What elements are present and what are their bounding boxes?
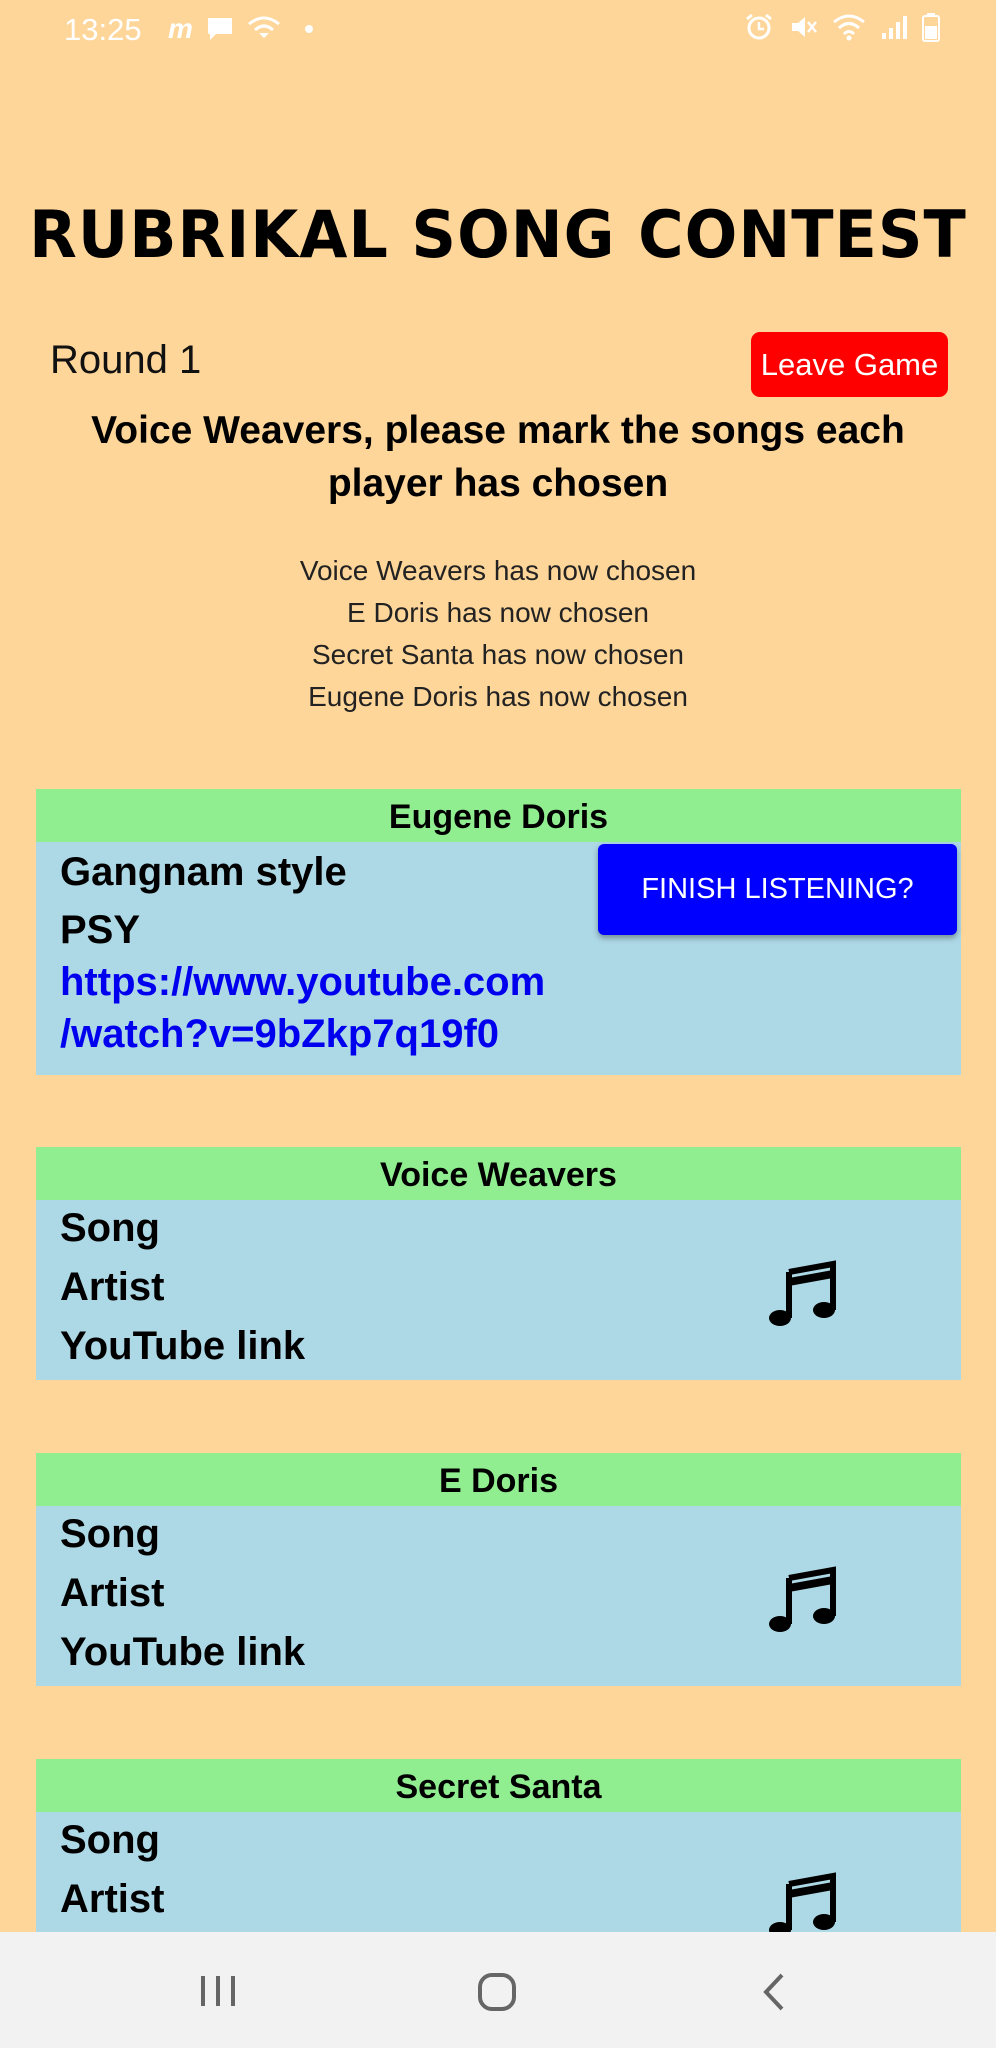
- back-icon[interactable]: [762, 1972, 786, 2012]
- song-details: Song Artist YouTube link: [36, 1506, 961, 1686]
- home-icon[interactable]: [477, 1972, 517, 2012]
- youtube-link-line[interactable]: https://www.youtube.com: [60, 956, 545, 1008]
- wifi-icon: [833, 14, 865, 41]
- player-name: Secret Santa: [36, 1759, 961, 1812]
- player-card-eugene-doris: Eugene Doris Gangnam style PSY https://w…: [36, 789, 961, 1075]
- music-note-icon[interactable]: [767, 1260, 839, 1332]
- song-title: Song: [60, 1512, 160, 1556]
- song-details: Gangnam style PSY https://www.youtube.co…: [36, 842, 961, 1075]
- song-title: Gangnam style: [60, 850, 347, 894]
- wifi-calling-icon: [247, 16, 280, 38]
- mute-icon: [792, 17, 817, 37]
- song-title: Song: [60, 1206, 160, 1250]
- player-name: Voice Weavers: [36, 1147, 961, 1200]
- leave-game-button[interactable]: Leave Game: [751, 332, 948, 397]
- status-line: Secret Santa has now chosen: [311, 639, 684, 670]
- song-artist: Artist: [60, 1877, 165, 1921]
- song-title: Song: [60, 1818, 160, 1862]
- chosen-status-list: Voice Weavers has now chosen E Doris has…: [0, 550, 996, 718]
- notification-icons: m: [168, 12, 313, 46]
- youtube-link[interactable]: https://www.youtube.com /watch?v=9bZkp7q…: [60, 956, 545, 1060]
- signal-icon: [882, 16, 907, 39]
- navigation-bar: [0, 1932, 996, 2048]
- status-line: Eugene Doris has now chosen: [308, 681, 688, 712]
- player-card-voice-weavers: Voice Weavers Song Artist YouTube link: [36, 1147, 961, 1380]
- status-time: 13:25: [64, 12, 142, 47]
- alarm-icon: [746, 13, 772, 40]
- recent-apps-icon[interactable]: [198, 1974, 238, 2008]
- youtube-link-line[interactable]: /watch?v=9bZkp7q19f0: [60, 1008, 545, 1060]
- status-line: E Doris has now chosen: [347, 597, 649, 628]
- song-artist: PSY: [60, 908, 141, 952]
- player-name: E Doris: [36, 1453, 961, 1506]
- status-bar: 13:25 m: [0, 0, 996, 62]
- song-artist: Artist: [60, 1265, 165, 1309]
- app-title: RUBRIKAL SONG CONTEST: [29, 196, 967, 273]
- music-note-icon[interactable]: [767, 1566, 839, 1638]
- youtube-link: YouTube link: [60, 1324, 306, 1368]
- more-notifications-dot: [304, 25, 313, 33]
- messenger-icon: m: [168, 13, 193, 44]
- system-icons: [744, 12, 940, 42]
- status-line: Voice Weavers has now chosen: [299, 555, 697, 586]
- instruction-text: Voice Weavers, please mark the songs eac…: [91, 409, 905, 505]
- round-label: Round 1: [50, 338, 202, 382]
- player-name: Eugene Doris: [36, 789, 961, 842]
- chat-icon: [207, 18, 232, 40]
- youtube-link: YouTube link: [60, 1630, 306, 1674]
- song-details: Song Artist YouTube link: [36, 1200, 961, 1380]
- player-card-e-doris: E Doris Song Artist YouTube link: [36, 1453, 961, 1686]
- song-artist: Artist: [60, 1571, 165, 1615]
- battery-icon: [922, 13, 940, 42]
- finish-listening-button[interactable]: FINISH LISTENING?: [598, 844, 957, 935]
